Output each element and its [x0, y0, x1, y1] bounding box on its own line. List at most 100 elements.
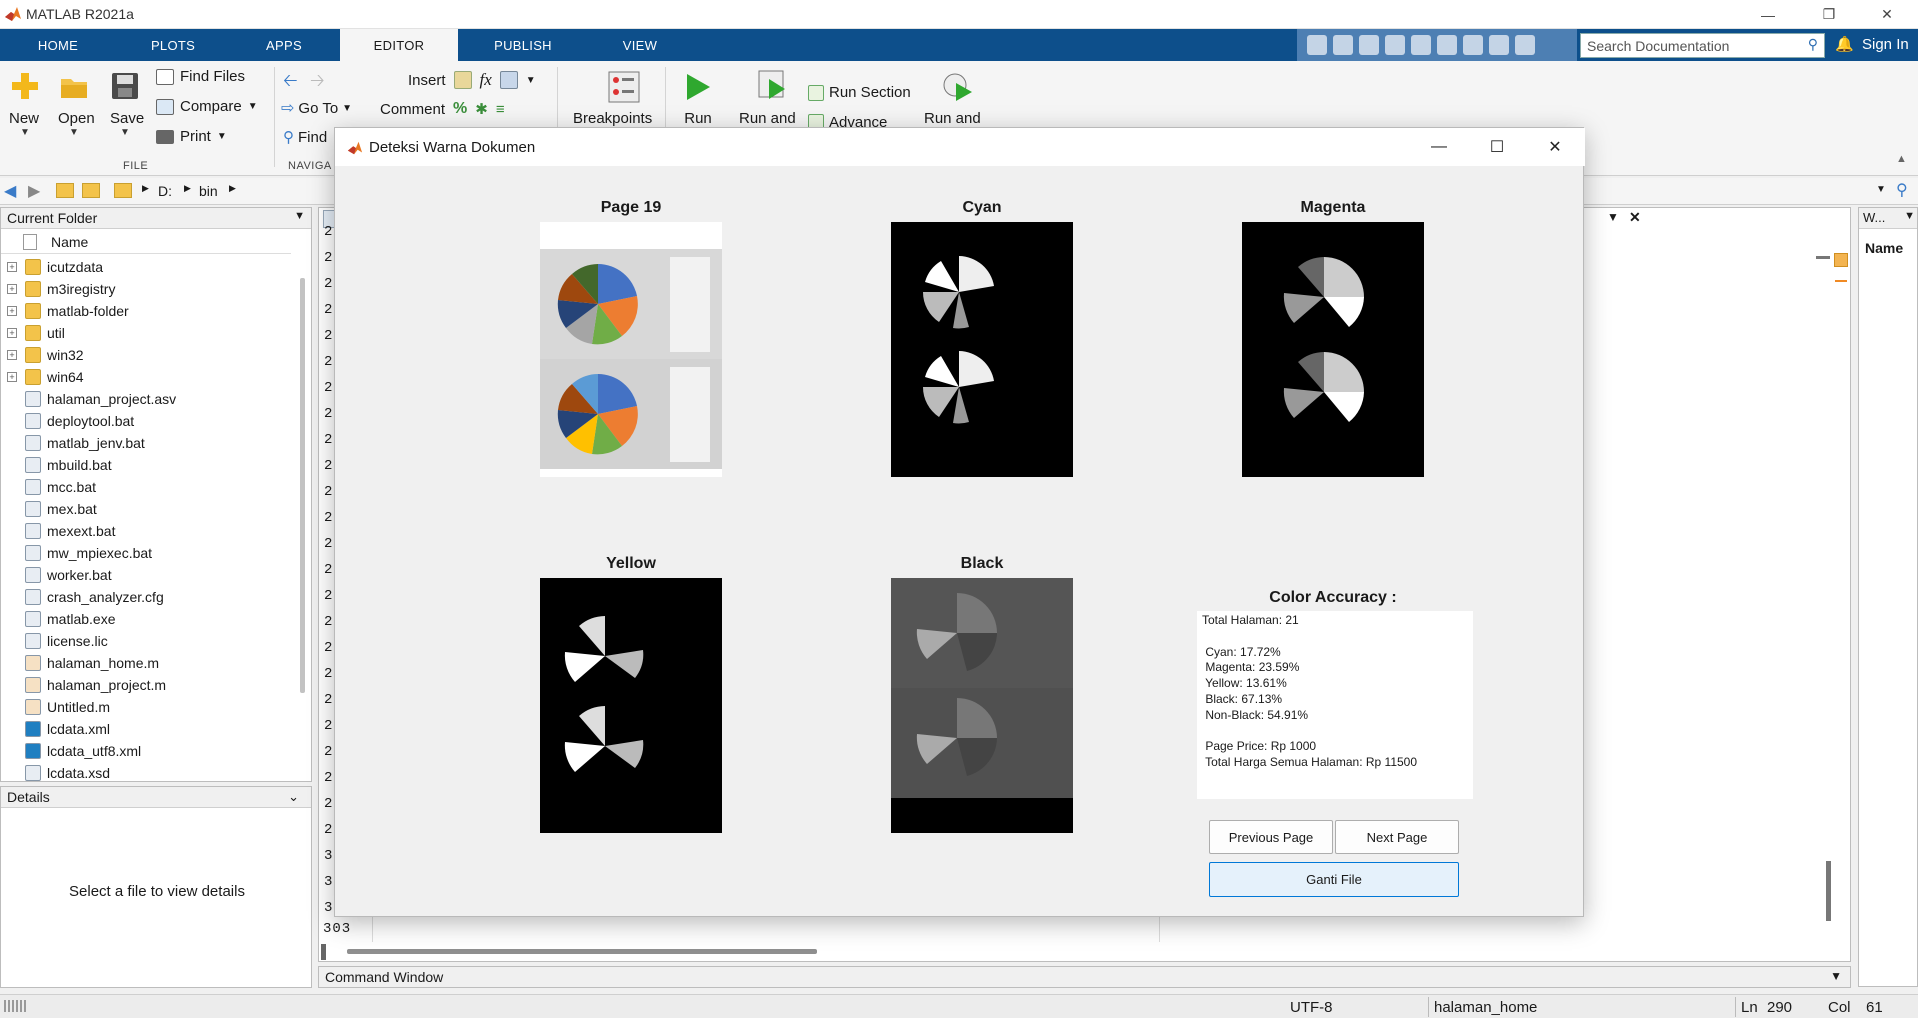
search-icon[interactable]: ⚲	[1896, 180, 1908, 200]
undo-icon[interactable]	[1411, 35, 1431, 55]
forward-arrow-icon[interactable]: ▶	[28, 181, 40, 201]
name-column-header[interactable]: Name	[51, 234, 88, 250]
file-list-item[interactable]: halaman_project.asv	[1, 388, 291, 410]
up-folder-icon[interactable]	[56, 183, 74, 198]
file-list-item[interactable]: mw_mpiexec.bat	[1, 542, 291, 564]
file-list-item[interactable]: halaman_home.m	[1, 652, 291, 674]
bell-icon[interactable]: 🔔	[1835, 35, 1854, 53]
file-list-item[interactable]: mbuild.bat	[1, 454, 291, 476]
panel-menu-icon[interactable]: ▼	[1830, 969, 1842, 983]
tab-view[interactable]: VIEW	[590, 29, 690, 61]
collapse-ribbon-icon[interactable]: ▲	[1896, 153, 1907, 165]
analyzer-indicator[interactable]	[1834, 253, 1848, 267]
scrollbar[interactable]	[300, 278, 305, 693]
address-drive[interactable]: D:	[158, 183, 172, 199]
file-list-item[interactable]: license.lic	[1, 630, 291, 652]
file-list-item[interactable]: lcdata_utf8.xml	[1, 740, 291, 762]
editor-vertical-scrollbar[interactable]	[1826, 861, 1831, 921]
file-list-item[interactable]: worker.bat	[1, 564, 291, 586]
file-list-item[interactable]: mcc.bat	[1, 476, 291, 498]
run-and-time-button[interactable]: Run and	[924, 69, 981, 127]
goto-button[interactable]: ⇨ Go To ▼	[281, 98, 352, 118]
editor-horizontal-scrollbar[interactable]	[347, 949, 817, 954]
tab-publish[interactable]: PUBLISH	[460, 29, 586, 61]
file-list-item[interactable]: + m3iregistry	[1, 278, 291, 300]
expand-icon[interactable]: +	[7, 262, 17, 272]
file-list-item[interactable]: + win32	[1, 344, 291, 366]
dropdown-icon[interactable]	[1515, 35, 1535, 55]
minimize-button[interactable]: —	[1745, 0, 1791, 29]
expand-icon[interactable]: +	[7, 372, 17, 382]
tab-plots[interactable]: PLOTS	[116, 29, 230, 61]
run-section-button[interactable]: Run Section	[808, 84, 911, 101]
chevron-down-icon[interactable]: ▼	[1876, 184, 1886, 195]
dialog-minimize-button[interactable]: —	[1410, 128, 1468, 166]
switch-windows-icon[interactable]	[1463, 35, 1483, 55]
dialog-maximize-button[interactable]: ☐	[1468, 128, 1526, 166]
dialog-close-button[interactable]: ✕	[1526, 128, 1584, 166]
file-list-item[interactable]: matlab.exe	[1, 608, 291, 630]
close-button[interactable]: ✕	[1864, 0, 1910, 29]
browse-folder-icon[interactable]	[82, 183, 100, 198]
search-documentation-input[interactable]: Search Documentation ⚲	[1580, 33, 1825, 58]
expand-icon[interactable]: +	[7, 284, 17, 294]
file-icon	[25, 435, 41, 451]
file-name: halaman_project.asv	[47, 391, 177, 407]
next-page-button[interactable]: Next Page	[1335, 820, 1459, 854]
find-files-button[interactable]: Find Files	[156, 68, 245, 85]
back-arrow-icon[interactable]: ◀	[4, 181, 16, 201]
copy-icon[interactable]	[1359, 35, 1379, 55]
save-icon[interactable]	[1307, 35, 1327, 55]
file-list-item[interactable]: + util	[1, 322, 291, 344]
help-icon[interactable]	[1489, 35, 1509, 55]
file-list-item[interactable]: + matlab-folder	[1, 300, 291, 322]
tab-editor[interactable]: EDITOR	[340, 29, 458, 61]
file-list-item[interactable]: mex.bat	[1, 498, 291, 520]
file-icon	[25, 721, 41, 737]
workspace-name-header[interactable]: Name	[1865, 240, 1903, 256]
tab-home[interactable]: HOME	[0, 29, 116, 61]
save-button[interactable]: Save ▼	[110, 71, 144, 138]
run-button[interactable]: Run	[683, 71, 713, 127]
new-button[interactable]: New ▼	[9, 71, 40, 138]
open-button[interactable]: Open ▼	[58, 71, 95, 138]
restore-button[interactable]: ❐	[1806, 0, 1852, 29]
redo-icon[interactable]	[1437, 35, 1457, 55]
paste-icon[interactable]	[1385, 35, 1405, 55]
close-editor-icon[interactable]: ✕	[1629, 209, 1641, 226]
file-list-item[interactable]: matlab_jenv.bat	[1, 432, 291, 454]
back-arrow-icon[interactable]: 🡠	[283, 68, 298, 98]
run-and-advance-button[interactable]: Run and	[739, 69, 796, 127]
address-folder[interactable]: bin	[199, 183, 218, 199]
file-list-item[interactable]: lcdata.xml	[1, 718, 291, 740]
panel-menu-icon[interactable]: ▼	[294, 210, 305, 222]
change-file-button[interactable]: Ganti File	[1209, 862, 1459, 897]
chevron-down-icon[interactable]: ⌄	[288, 789, 299, 805]
comment-button[interactable]: Comment % ✱ ≡	[380, 100, 505, 118]
breakpoints-button[interactable]: Breakpoints	[573, 71, 652, 127]
cut-icon[interactable]	[1333, 35, 1353, 55]
panel-menu-icon[interactable]: ▼	[1904, 210, 1915, 222]
file-list-item[interactable]: mexext.bat	[1, 520, 291, 542]
command-window-title[interactable]: Command Window	[325, 969, 443, 985]
compare-button[interactable]: Compare ▼	[156, 98, 258, 115]
file-list-item[interactable]: crash_analyzer.cfg	[1, 586, 291, 608]
forward-arrow-icon[interactable]: 🡢	[310, 68, 325, 98]
file-list-item[interactable]: + icutzdata	[1, 256, 291, 278]
sign-in-link[interactable]: Sign In	[1862, 36, 1909, 53]
tab-apps[interactable]: APPS	[230, 29, 338, 61]
expand-icon[interactable]: +	[7, 328, 17, 338]
file-list-item[interactable]: halaman_project.m	[1, 674, 291, 696]
file-list-item[interactable]: lcdata.xsd	[1, 762, 291, 781]
file-list-item[interactable]: deploytool.bat	[1, 410, 291, 432]
find-button[interactable]: ⚲ Find	[283, 128, 327, 147]
file-list-item[interactable]: + win64	[1, 366, 291, 388]
editor-menu-icon[interactable]: ▼	[1607, 210, 1619, 224]
insert-button[interactable]: Insert fx ▼	[408, 70, 536, 90]
expand-icon[interactable]: +	[7, 350, 17, 360]
file-name: deploytool.bat	[47, 413, 135, 429]
file-list-item[interactable]: Untitled.m	[1, 696, 291, 718]
expand-icon[interactable]: +	[7, 306, 17, 316]
previous-page-button[interactable]: Previous Page	[1209, 820, 1333, 854]
print-button[interactable]: Print ▼	[156, 128, 227, 145]
